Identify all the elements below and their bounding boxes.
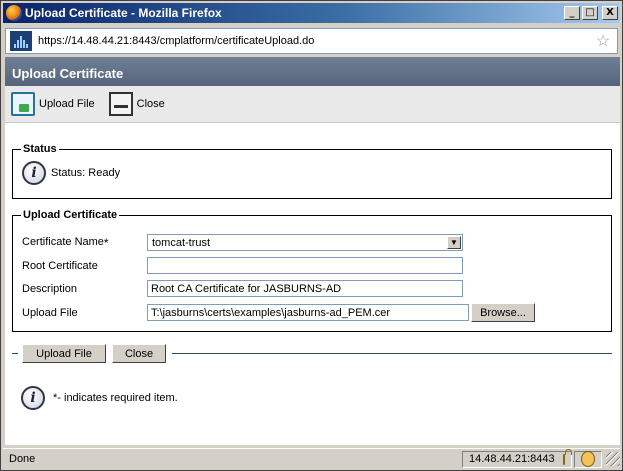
host-text: 14.48.44.21:8443	[469, 453, 555, 465]
close-button[interactable]: Close	[112, 344, 166, 363]
maximize-button[interactable]: □	[582, 6, 598, 20]
toolbar-upload-file-button[interactable]: Upload File	[11, 92, 95, 116]
url-bar[interactable]: https://14.48.44.21:8443/cmplatform/cert…	[5, 28, 618, 54]
certificate-name-select[interactable]: tomcat-trust ▼	[147, 234, 463, 251]
required-note-text: *- indicates required item.	[53, 392, 178, 404]
extension-cell	[574, 450, 602, 468]
status-text: Status: Ready	[51, 167, 121, 179]
page-content: Upload Certificate Upload File Close Sta…	[5, 57, 620, 445]
upload-certificate-legend: Upload Certificate	[23, 209, 118, 221]
chevron-down-icon[interactable]: ▼	[447, 236, 461, 249]
required-mark: *	[103, 235, 109, 250]
page-title: Upload Certificate	[5, 57, 620, 86]
divider-right	[172, 353, 612, 354]
minimize-button[interactable]: _	[564, 6, 580, 20]
title-bar[interactable]: Upload Certificate - Mozilla Firefox _ □…	[3, 3, 620, 23]
host-cell: 14.48.44.21:8443	[462, 448, 574, 468]
upload-file-input[interactable]	[147, 304, 469, 321]
firefox-icon	[6, 5, 22, 21]
upload-file-row: Upload File Browse...	[22, 303, 535, 322]
toolbar: Upload File Close	[5, 86, 620, 123]
description-input[interactable]	[147, 280, 463, 297]
info-icon: i	[21, 386, 45, 410]
toolbar-close-button[interactable]: Close	[108, 92, 165, 116]
status-legend: Status	[23, 143, 57, 155]
star-icon[interactable]: ☆	[593, 31, 613, 51]
toolbar-close-label: Close	[136, 98, 165, 110]
info-icon: i	[22, 161, 46, 185]
divider-left	[12, 353, 18, 354]
description-row: Description	[22, 280, 463, 297]
upload-certificate-section: Upload Certificate Certificate Name* tom…	[12, 209, 612, 332]
certificate-name-label: Certificate Name*	[22, 235, 109, 250]
upload-file-button[interactable]: Upload File	[22, 344, 106, 363]
certificate-name-row: Certificate Name* tomcat-trust ▼	[22, 234, 463, 251]
close-document-icon	[108, 92, 133, 116]
root-certificate-row: Root Certificate	[22, 257, 463, 274]
cisco-bars-icon	[10, 31, 32, 51]
upload-file-label: Upload File	[22, 306, 78, 319]
status-bar: Done 14.48.44.21:8443	[3, 448, 620, 469]
resize-grip-icon[interactable]	[606, 452, 620, 466]
description-label: Description	[22, 282, 78, 295]
url-text[interactable]: https://14.48.44.21:8443/cmplatform/cert…	[38, 35, 593, 47]
status-done: Done	[9, 453, 36, 465]
browse-button[interactable]: Browse...	[471, 303, 535, 322]
root-certificate-input[interactable]	[147, 257, 463, 274]
root-certificate-label: Root Certificate	[22, 259, 98, 272]
close-window-button[interactable]: X	[602, 6, 618, 20]
toolbar-upload-file-label: Upload File	[39, 98, 95, 110]
upload-file-icon	[11, 92, 35, 116]
status-section: Status i Status: Ready	[12, 143, 612, 199]
browser-window: Upload Certificate - Mozilla Firefox _ □…	[0, 0, 623, 471]
certificate-name-value: tomcat-trust	[152, 236, 211, 249]
extension-icon[interactable]	[581, 451, 595, 467]
window-title: Upload Certificate - Mozilla Firefox	[25, 6, 222, 20]
required-note: i *- indicates required item.	[21, 386, 178, 410]
lock-icon[interactable]	[562, 448, 574, 465]
status-row: i Status: Ready	[22, 161, 120, 185]
bottom-button-bar: Upload File Close	[12, 344, 612, 363]
